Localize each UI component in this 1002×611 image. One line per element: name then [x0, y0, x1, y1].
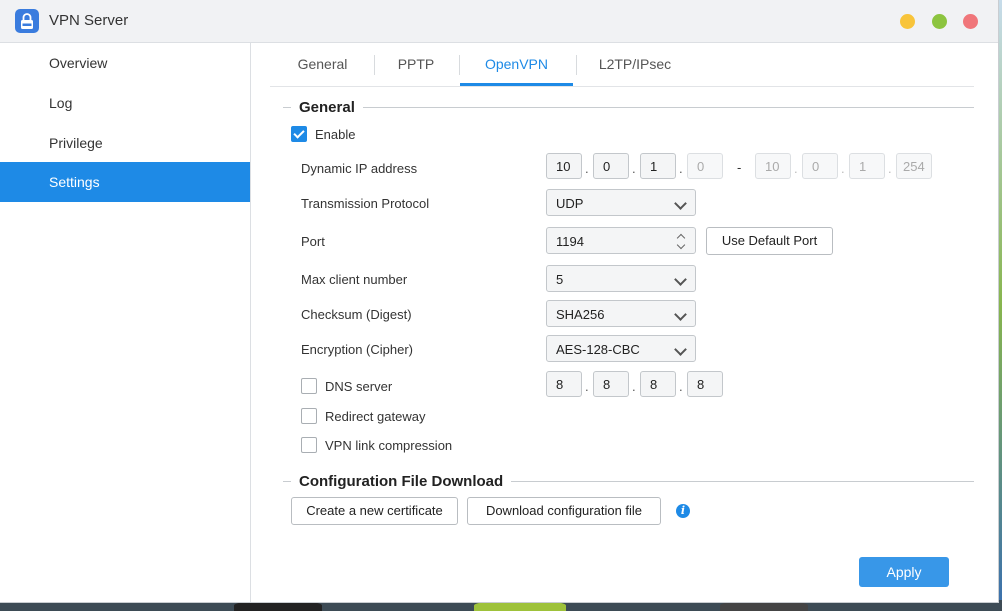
select-value: UDP — [556, 196, 584, 211]
dns-octet-1[interactable]: 8 — [546, 371, 582, 397]
dynamic-ip-end-octet-1: 10 — [755, 153, 791, 179]
dynamic-ip-start-octet-4: 0 — [687, 153, 723, 179]
dns-server-label: DNS server — [325, 379, 393, 394]
select-value: 5 — [556, 272, 564, 287]
close-button[interactable] — [963, 14, 978, 29]
dynamic-ip-end-octet-3: 1 — [849, 153, 885, 179]
tab-openvpn[interactable]: OpenVPN — [460, 43, 573, 86]
vpn-server-window: VPN Server Overview Log Privilege Settin… — [0, 0, 999, 603]
enable-checkbox[interactable] — [291, 126, 307, 142]
checksum-select[interactable]: SHA256 — [546, 300, 696, 327]
sidebar: Overview Log Privilege Settings — [0, 43, 251, 602]
ip-dot: . — [632, 161, 636, 176]
info-icon[interactable]: i — [676, 504, 690, 518]
sidebar-item-settings[interactable]: Settings — [0, 162, 250, 202]
tab-general[interactable]: General — [280, 43, 365, 86]
tab-divider — [374, 55, 375, 75]
transmission-protocol-select[interactable]: UDP — [546, 189, 696, 216]
chevron-down-icon — [674, 308, 687, 321]
ip-dot: . — [841, 161, 845, 176]
tab-pptp[interactable]: PPTP — [383, 43, 449, 86]
max-client-select[interactable]: 5 — [546, 265, 696, 292]
dynamic-ip-start-octet-3[interactable]: 1 — [640, 153, 676, 179]
dynamic-ip-label: Dynamic IP address — [301, 161, 418, 176]
port-label: Port — [301, 234, 325, 249]
create-certificate-button[interactable]: Create a new certificate — [291, 497, 458, 525]
section-divider — [283, 107, 974, 108]
select-value: SHA256 — [556, 307, 605, 322]
transmission-protocol-label: Transmission Protocol — [301, 196, 430, 211]
ip-dot: . — [888, 161, 892, 176]
vpn-link-compression-label: VPN link compression — [325, 438, 453, 453]
enable-label: Enable — [315, 127, 356, 142]
max-client-label: Max client number — [301, 272, 408, 287]
apply-button[interactable]: Apply — [859, 557, 949, 587]
port-stepper[interactable]: 1194 — [546, 227, 696, 254]
dns-server-checkbox[interactable] — [301, 378, 317, 394]
sidebar-item-label: Privilege — [49, 135, 103, 151]
sidebar-item-privilege[interactable]: Privilege — [0, 123, 250, 163]
minimize-button[interactable] — [900, 14, 915, 29]
ip-dot: . — [679, 161, 683, 176]
redirect-gateway-label: Redirect gateway — [325, 409, 426, 424]
ip-dot: . — [632, 379, 636, 394]
dynamic-ip-end-octet-2: 0 — [802, 153, 838, 179]
chevron-down-icon — [674, 343, 687, 356]
general-section-heading: General — [291, 99, 363, 116]
sidebar-item-log[interactable]: Log — [0, 83, 250, 123]
vpn-link-compression-checkbox[interactable] — [301, 437, 317, 453]
use-default-port-button[interactable]: Use Default Port — [706, 227, 833, 255]
sidebar-item-label: Log — [49, 95, 73, 111]
ip-range-separator: - — [737, 160, 742, 175]
port-value: 1194 — [556, 234, 584, 249]
encryption-label: Encryption (Cipher) — [301, 342, 413, 357]
dns-octet-2[interactable]: 8 — [593, 371, 629, 397]
ip-dot: . — [679, 379, 683, 394]
window-title: VPN Server — [49, 12, 129, 29]
sidebar-item-label: Overview — [49, 55, 108, 71]
chevron-down-icon[interactable] — [676, 240, 686, 250]
redirect-gateway-checkbox[interactable] — [301, 408, 317, 424]
sidebar-item-label: Settings — [49, 174, 100, 190]
dns-octet-3[interactable]: 8 — [640, 371, 676, 397]
ip-dot: . — [585, 379, 589, 394]
tab-bar: General PPTP OpenVPN L2TP/IPsec — [270, 43, 974, 87]
sidebar-item-overview[interactable]: Overview — [0, 43, 250, 83]
lock-icon — [15, 9, 39, 33]
tab-divider — [576, 55, 577, 75]
checksum-label: Checksum (Digest) — [301, 307, 412, 322]
config-section-heading: Configuration File Download — [291, 473, 512, 490]
select-value: AES-128-CBC — [556, 342, 640, 357]
title-bar[interactable]: VPN Server — [0, 0, 998, 43]
ip-dot: . — [794, 161, 798, 176]
dns-octet-4[interactable]: 8 — [687, 371, 723, 397]
chevron-down-icon — [674, 273, 687, 286]
tab-l2tp-ipsec[interactable]: L2TP/IPsec — [586, 43, 684, 86]
encryption-select[interactable]: AES-128-CBC — [546, 335, 696, 362]
ip-dot: . — [585, 161, 589, 176]
dynamic-ip-end-octet-4: 254 — [896, 153, 932, 179]
dynamic-ip-start-octet-2[interactable]: 0 — [593, 153, 629, 179]
dynamic-ip-start-octet-1[interactable]: 10 — [546, 153, 582, 179]
maximize-button[interactable] — [932, 14, 947, 29]
chevron-down-icon — [674, 197, 687, 210]
download-config-button[interactable]: Download configuration file — [467, 497, 661, 525]
